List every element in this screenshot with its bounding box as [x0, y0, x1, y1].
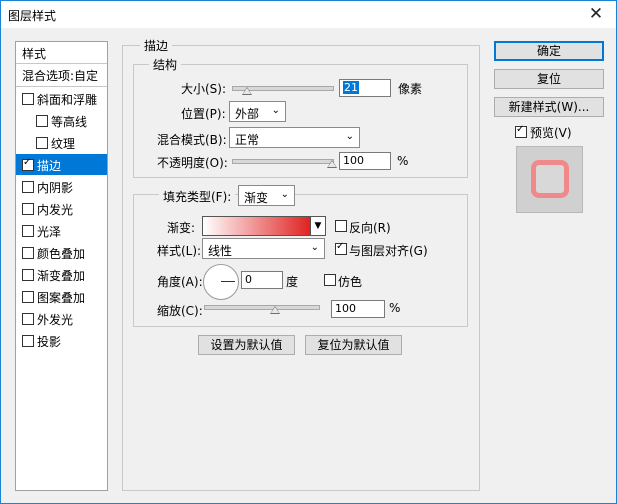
preview-thumbnail	[516, 146, 583, 213]
sidebar-item-contour[interactable]: 等高线	[16, 110, 107, 131]
sidebar-item-bevel-emboss[interactable]: 斜面和浮雕	[16, 88, 107, 109]
size-unit: 像素	[398, 82, 423, 96]
opacity-unit: %	[397, 154, 409, 168]
gradient-overlay-checkbox[interactable]	[22, 269, 34, 281]
close-icon[interactable]: ✕	[582, 3, 610, 25]
sidebar-item-satin[interactable]: 光泽	[16, 220, 107, 241]
bevel-emboss-checkbox[interactable]	[22, 93, 34, 105]
chevron-down-icon: ⌄	[310, 242, 319, 253]
sidebar-item-stroke[interactable]: 描边	[16, 154, 107, 175]
angle-unit: 度	[286, 275, 299, 289]
reset-default-button[interactable]: 复位为默认值	[305, 335, 402, 355]
inner-shadow-checkbox[interactable]	[22, 181, 34, 193]
scale-input[interactable]: 100	[331, 300, 385, 318]
sidebar-item-inner-glow[interactable]: 内发光	[16, 198, 107, 219]
size-label: 大小(S):	[181, 82, 227, 96]
opacity-slider[interactable]	[232, 159, 334, 164]
position-label: 位置(P):	[181, 107, 226, 121]
preview-label: 预览(V)	[530, 126, 572, 140]
reverse-label: 反向(R)	[349, 221, 391, 235]
size-input[interactable]: 21	[339, 79, 391, 97]
satin-checkbox[interactable]	[22, 225, 34, 237]
angle-label: 角度(A):	[157, 275, 203, 289]
fill-type-label: 填充类型(F):	[159, 188, 236, 205]
pattern-overlay-checkbox[interactable]	[22, 291, 34, 303]
preview-stroke-shape	[531, 160, 569, 198]
gradient-swatch[interactable]	[202, 216, 312, 236]
reverse-checkbox[interactable]	[335, 220, 347, 232]
opacity-label: 不透明度(O):	[157, 156, 228, 170]
opacity-slider-thumb[interactable]	[327, 160, 337, 168]
style-label: 样式(L):	[157, 244, 202, 258]
sidebar-item-outer-glow[interactable]: 外发光	[16, 308, 107, 329]
chevron-down-icon: ⌄	[345, 131, 354, 142]
set-default-button[interactable]: 设置为默认值	[198, 335, 295, 355]
position-select[interactable]: 外部 ⌄	[229, 101, 286, 122]
sidebar-item-drop-shadow[interactable]: 投影	[16, 330, 107, 351]
blend-mode-label: 混合模式(B):	[157, 133, 227, 147]
sidebar-item-inner-shadow[interactable]: 内阴影	[16, 176, 107, 197]
scale-slider-thumb[interactable]	[270, 306, 280, 314]
dither-label: 仿色	[338, 275, 363, 289]
dither-checkbox[interactable]	[324, 274, 336, 286]
stroke-checkbox[interactable]	[22, 157, 34, 171]
color-overlay-checkbox[interactable]	[22, 247, 34, 259]
sidebar-item-pattern-overlay[interactable]: 图案叠加	[16, 286, 107, 307]
texture-checkbox[interactable]	[36, 137, 48, 149]
title-bar: 图层样式 ✕	[1, 1, 616, 28]
blend-options-item[interactable]: 混合选项:自定	[16, 64, 107, 87]
scale-label: 缩放(C):	[157, 304, 203, 318]
opacity-input[interactable]: 100	[339, 152, 391, 170]
outer-glow-checkbox[interactable]	[22, 313, 34, 325]
size-slider-thumb[interactable]	[242, 87, 252, 95]
angle-input[interactable]: 0	[241, 271, 283, 289]
new-style-button[interactable]: 新建样式(W)...	[494, 97, 604, 117]
dialog-title: 图层样式	[8, 9, 57, 23]
contour-checkbox[interactable]	[36, 115, 48, 127]
style-list-header[interactable]: 样式	[16, 42, 107, 64]
style-list: 样式 混合选项:自定 斜面和浮雕 等高线 纹理 描边 内阴影 内发光	[15, 41, 108, 491]
fill-type-select[interactable]: 渐变 ⌄	[238, 185, 295, 206]
sidebar-item-texture[interactable]: 纹理	[16, 132, 107, 153]
inner-glow-checkbox[interactable]	[22, 203, 34, 215]
gradient-preview	[203, 217, 311, 235]
sidebar-item-gradient-overlay[interactable]: 渐变叠加	[16, 264, 107, 285]
scale-slider[interactable]	[204, 305, 320, 310]
align-with-layer-checkbox[interactable]	[335, 241, 347, 255]
drop-shadow-checkbox[interactable]	[22, 335, 34, 347]
style-select[interactable]: 线性 ⌄	[202, 238, 325, 259]
preview-checkbox[interactable]	[515, 124, 527, 138]
reset-button[interactable]: 复位	[494, 69, 604, 89]
angle-dial-indicator	[221, 281, 235, 282]
sidebar-item-color-overlay[interactable]: 颜色叠加	[16, 242, 107, 263]
stroke-group-title: 描边	[140, 37, 173, 54]
chevron-down-icon: ⌄	[280, 189, 289, 200]
scale-unit: %	[389, 301, 401, 315]
blend-mode-select[interactable]: 正常 ⌄	[229, 127, 360, 148]
structure-group-title: 结构	[149, 56, 182, 73]
layer-style-dialog: 图层样式 ✕ 样式 混合选项:自定 斜面和浮雕 等高线 纹理 描边 内阴影	[0, 0, 617, 504]
chevron-down-icon: ⌄	[271, 105, 280, 116]
ok-button[interactable]: 确定	[494, 41, 604, 61]
align-with-layer-label: 与图层对齐(G)	[349, 244, 428, 258]
gradient-label: 渐变:	[167, 221, 196, 235]
angle-dial[interactable]	[203, 264, 239, 300]
gradient-dropdown-arrow[interactable]: ▼	[310, 216, 326, 236]
